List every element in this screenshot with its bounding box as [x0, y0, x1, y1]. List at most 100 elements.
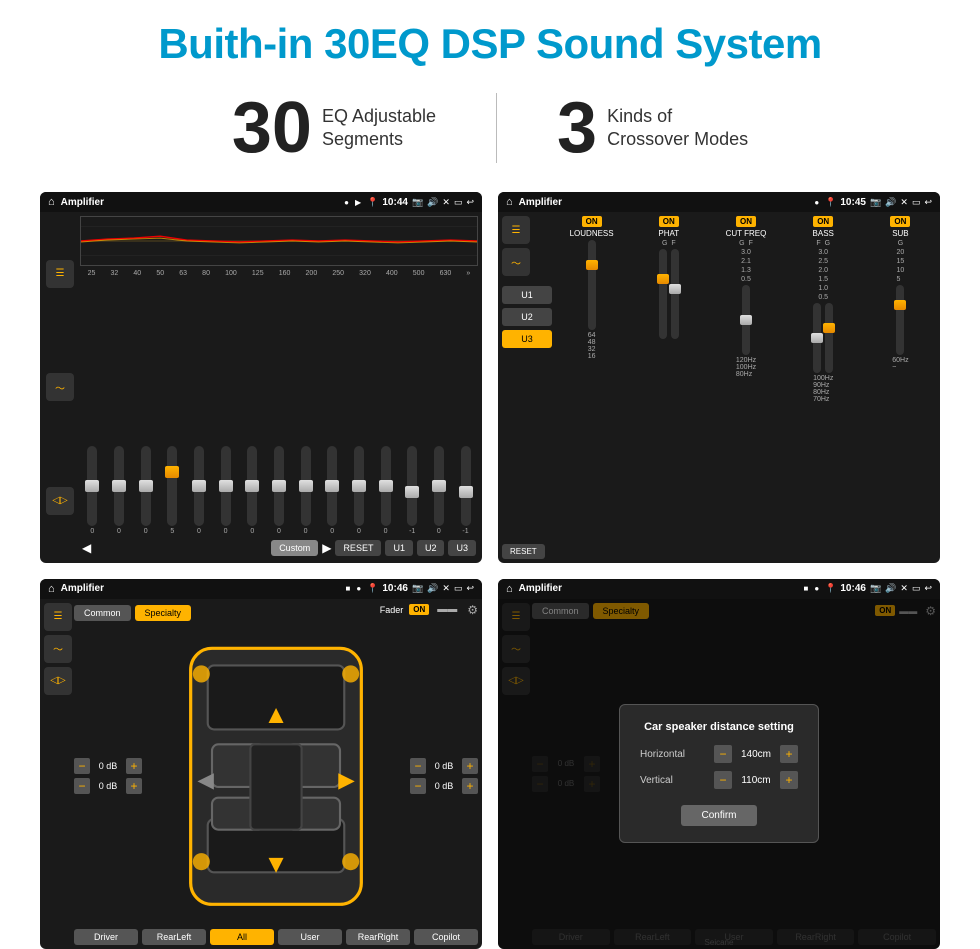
home-icon-3[interactable]: ⌂	[48, 583, 55, 595]
volume-icon-4[interactable]: 🔊	[885, 583, 896, 594]
x-icon-3[interactable]: ✕	[442, 583, 450, 594]
u3-btn-1[interactable]: U3	[448, 540, 476, 556]
bass-slider-f[interactable]	[813, 303, 821, 373]
page-title: Buith-in 30EQ DSP Sound System	[158, 20, 821, 68]
db-minus-1[interactable]: −	[74, 758, 90, 774]
eq-val-15: -1	[462, 528, 468, 535]
phat-slider-g[interactable]	[659, 249, 667, 339]
eq-slider-2[interactable]	[114, 446, 124, 526]
status-bar-4: ⌂ Amplifier ■ ● 📍 10:46 📷 🔊 ✕ ▭ ↩	[498, 579, 940, 599]
vertical-plus[interactable]: +	[780, 771, 798, 789]
user-btn-3[interactable]: User	[278, 929, 342, 945]
u1-btn-1[interactable]: U1	[385, 540, 413, 556]
vol-icon-btn[interactable]: ◁▷	[46, 487, 74, 515]
horizontal-plus[interactable]: +	[780, 745, 798, 763]
on-badge-phat[interactable]: ON	[659, 216, 679, 227]
specialty-tab-3[interactable]: Specialty	[135, 605, 192, 621]
volume-icon-3[interactable]: 🔊	[427, 583, 438, 594]
db-plus-2[interactable]: +	[126, 778, 142, 794]
driver-btn-3[interactable]: Driver	[74, 929, 138, 945]
db-plus-3[interactable]: +	[462, 758, 478, 774]
eq-slider-9[interactable]	[301, 446, 311, 526]
all-btn-3[interactable]: All	[210, 929, 274, 945]
fader-on-toggle[interactable]: ON	[409, 604, 429, 615]
custom-btn[interactable]: Custom	[271, 540, 318, 556]
eq-slider-7[interactable]	[247, 446, 257, 526]
reset-btn-2[interactable]: RESET	[502, 544, 545, 559]
u2-btn-1[interactable]: U2	[417, 540, 445, 556]
eq-slider-13[interactable]	[407, 446, 417, 526]
rearright-btn-3[interactable]: RearRight	[346, 929, 410, 945]
back-icon-2[interactable]: ↩	[924, 197, 932, 208]
confirm-button[interactable]: Confirm	[681, 805, 756, 826]
rearleft-btn-3[interactable]: RearLeft	[142, 929, 206, 945]
screen-icon-4[interactable]: ▭	[912, 583, 921, 594]
car-settings-icon[interactable]: ⚙	[467, 603, 478, 617]
eq-slider-10[interactable]	[327, 446, 337, 526]
horizontal-minus[interactable]: −	[714, 745, 732, 763]
on-badge-loudness[interactable]: ON	[582, 216, 602, 227]
x-icon-4[interactable]: ✕	[900, 583, 908, 594]
cutfreq-slider-g[interactable]	[742, 285, 750, 355]
back-icon-4[interactable]: ↩	[924, 583, 932, 594]
modal-overlay: Car speaker distance setting Horizontal …	[498, 599, 940, 949]
s3-left: ☰ 〜 ◁▷	[44, 603, 70, 946]
vol-icon-btn-3[interactable]: ◁▷	[44, 667, 72, 695]
eq-slider-1[interactable]	[87, 446, 97, 526]
more-icon[interactable]: »	[466, 270, 470, 277]
eq-slider-14[interactable]	[434, 446, 444, 526]
eq-slider-12[interactable]	[381, 446, 391, 526]
db-minus-3[interactable]: −	[410, 758, 426, 774]
eq-slider-4[interactable]	[167, 446, 177, 526]
eq-icon-btn[interactable]: ☰	[46, 260, 74, 288]
back-icon-3[interactable]: ↩	[466, 583, 474, 594]
copilot-btn-3[interactable]: Copilot	[414, 929, 478, 945]
home-icon-4[interactable]: ⌂	[506, 583, 513, 595]
screen-icon-2[interactable]: ▭	[912, 197, 921, 208]
wave-icon-btn-2[interactable]: 〜	[502, 248, 530, 276]
db-plus-1[interactable]: +	[126, 758, 142, 774]
fader-slider[interactable]: ▬▬	[437, 604, 457, 615]
eq-slider-col-2: 0	[114, 446, 124, 535]
on-badge-cutfreq[interactable]: ON	[736, 216, 756, 227]
eq-slider-15[interactable]	[461, 446, 471, 526]
home-icon-1[interactable]: ⌂	[48, 196, 55, 208]
db-minus-2[interactable]: −	[74, 778, 90, 794]
on-badge-bass[interactable]: ON	[813, 216, 833, 227]
screen-icon-3[interactable]: ▭	[454, 583, 463, 594]
phat-slider-f[interactable]	[671, 249, 679, 339]
wave-icon-btn-3[interactable]: 〜	[44, 635, 72, 663]
reset-btn-1[interactable]: RESET	[335, 540, 381, 556]
eq-slider-11[interactable]	[354, 446, 364, 526]
preset-u2[interactable]: U2	[502, 308, 552, 326]
common-tab-3[interactable]: Common	[74, 605, 131, 621]
db-plus-4[interactable]: +	[462, 778, 478, 794]
db-minus-4[interactable]: −	[410, 778, 426, 794]
prev-icon[interactable]: ◀	[82, 541, 91, 555]
on-badge-sub[interactable]: ON	[890, 216, 910, 227]
preset-u1[interactable]: U1	[502, 286, 552, 304]
eq-slider-5[interactable]	[194, 446, 204, 526]
eq-slider-3[interactable]	[141, 446, 151, 526]
preset-u3[interactable]: U3	[502, 330, 552, 348]
x-icon-1[interactable]: ✕	[442, 197, 450, 208]
eq-icon-btn-3[interactable]: ☰	[44, 603, 72, 631]
x-icon-2[interactable]: ✕	[900, 197, 908, 208]
eq-slider-8[interactable]	[274, 446, 284, 526]
wave-icon-btn[interactable]: 〜	[46, 373, 74, 401]
screen-icon-1[interactable]: ▭	[454, 197, 463, 208]
eq-slider-6[interactable]	[221, 446, 231, 526]
bass-slider-g[interactable]	[825, 303, 833, 373]
volume-icon-2[interactable]: 🔊	[885, 197, 896, 208]
play-icon-1[interactable]: ▶	[355, 198, 361, 207]
loudness-slider[interactable]	[588, 240, 596, 330]
eq-icon-btn-2[interactable]: ☰	[502, 216, 530, 244]
next-icon[interactable]: ▶	[322, 541, 331, 555]
vertical-label: Vertical	[640, 775, 700, 786]
sub-slider[interactable]	[896, 285, 904, 355]
g-label: G	[662, 240, 667, 247]
back-icon-1[interactable]: ↩	[466, 197, 474, 208]
home-icon-2[interactable]: ⌂	[506, 196, 513, 208]
volume-icon-1[interactable]: 🔊	[427, 197, 438, 208]
vertical-minus[interactable]: −	[714, 771, 732, 789]
